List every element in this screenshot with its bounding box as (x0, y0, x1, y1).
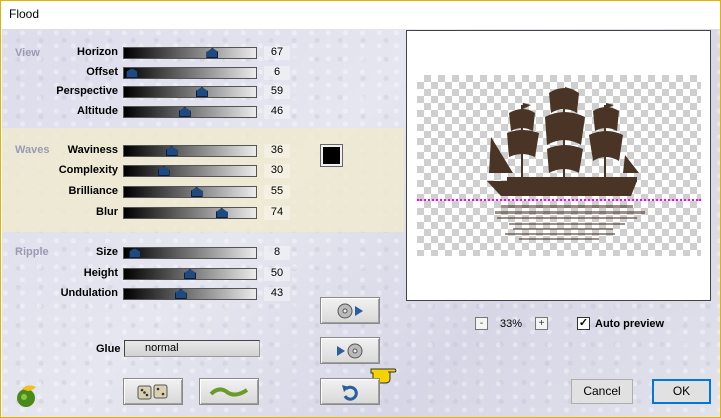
slider-altitude[interactable] (123, 106, 257, 118)
slider-thumb-complexity[interactable] (157, 166, 170, 176)
auto-preview-checkbox[interactable]: ✓ (577, 317, 590, 330)
slider-value-waviness[interactable]: 36 (264, 144, 290, 158)
slider-thumb-height[interactable] (184, 269, 196, 279)
zoom-level: 33% (500, 318, 523, 330)
slider-value-undulation[interactable]: 43 (264, 287, 290, 301)
window-title: Flood (9, 7, 40, 21)
arrow-disc-icon (337, 343, 363, 358)
slider-height[interactable] (123, 268, 257, 280)
slider-perspective[interactable] (123, 86, 257, 98)
slider-thumb-undulation[interactable] (174, 289, 187, 299)
dialog-client-area: View Waves Ripple Horizon 67 Offset 6 Perspe… (2, 29, 720, 417)
preview-pane[interactable] (406, 30, 711, 301)
slider-label-height: Height (83, 267, 118, 279)
slider-label-horizon: Horizon (77, 46, 118, 58)
wave-color-swatch[interactable] (320, 144, 343, 167)
disc-arrow-right-icon (337, 303, 363, 318)
slider-thumb-waviness[interactable] (165, 146, 178, 156)
slider-offset[interactable] (123, 67, 257, 79)
preview-canvas (417, 75, 701, 256)
slider-label-undulation: Undulation (60, 287, 118, 299)
slider-label-altitude: Altitude (77, 105, 118, 117)
glue-label: Glue (96, 343, 121, 355)
slider-label-offset: Offset (86, 66, 118, 78)
wave-presets-button[interactable] (199, 378, 259, 405)
slider-value-complexity[interactable]: 30 (264, 164, 290, 178)
slider-waviness[interactable] (123, 145, 257, 157)
slider-value-offset[interactable]: 6 (264, 66, 290, 80)
slider-brilliance[interactable] (123, 186, 257, 198)
flood-dialog: Flood View Waves Ripple Horizon 67 Offset 6… (0, 0, 721, 418)
undo-arrow-icon (342, 384, 358, 401)
glue-select[interactable]: normal (124, 340, 260, 357)
wave-icon (209, 386, 249, 397)
slider-value-horizon[interactable]: 67 (264, 46, 290, 60)
ship-image (487, 87, 645, 240)
slider-value-blur[interactable]: 74 (264, 206, 290, 220)
slider-blur[interactable] (123, 207, 257, 219)
cancel-button[interactable]: Cancel (571, 379, 633, 404)
title-bar: Flood (1, 1, 720, 29)
slider-thumb-blur[interactable] (215, 208, 228, 218)
slider-label-waviness: Waviness (67, 144, 118, 156)
slider-thumb-brilliance[interactable] (190, 187, 203, 197)
slider-value-brilliance[interactable]: 55 (264, 185, 290, 199)
slider-horizon[interactable] (123, 47, 257, 59)
slider-value-height[interactable]: 50 (264, 267, 290, 281)
slider-thumb-size[interactable] (128, 248, 141, 258)
slider-size[interactable] (123, 247, 257, 259)
slider-complexity[interactable] (123, 165, 257, 177)
plugin-logo-icon (17, 385, 36, 407)
dice-icon (137, 384, 168, 399)
slider-label-perspective: Perspective (56, 85, 118, 97)
slider-thumb-perspective[interactable] (195, 87, 208, 97)
horizon-line[interactable] (417, 199, 701, 201)
zoom-out-button[interactable]: - (475, 317, 488, 330)
slider-undulation[interactable] (123, 288, 257, 300)
reset-button[interactable] (320, 378, 380, 405)
zoom-in-button[interactable]: + (535, 317, 548, 330)
slider-thumb-altitude[interactable] (178, 107, 191, 117)
slider-label-blur: Blur (96, 206, 118, 218)
slider-label-brilliance: Brilliance (68, 185, 118, 197)
slider-label-size: Size (95, 246, 118, 258)
slider-thumb-offset[interactable] (125, 68, 138, 78)
preset-save-button[interactable] (320, 297, 380, 324)
auto-preview-label: Auto preview (595, 318, 665, 330)
slider-thumb-horizon[interactable] (206, 48, 219, 58)
slider-label-complexity: Complexity (58, 164, 118, 176)
slider-value-perspective[interactable]: 59 (264, 85, 290, 99)
randomize-button[interactable] (123, 378, 183, 405)
slider-value-altitude[interactable]: 46 (264, 105, 290, 119)
ok-button[interactable]: OK (652, 379, 711, 404)
slider-value-size[interactable]: 8 (264, 246, 290, 260)
